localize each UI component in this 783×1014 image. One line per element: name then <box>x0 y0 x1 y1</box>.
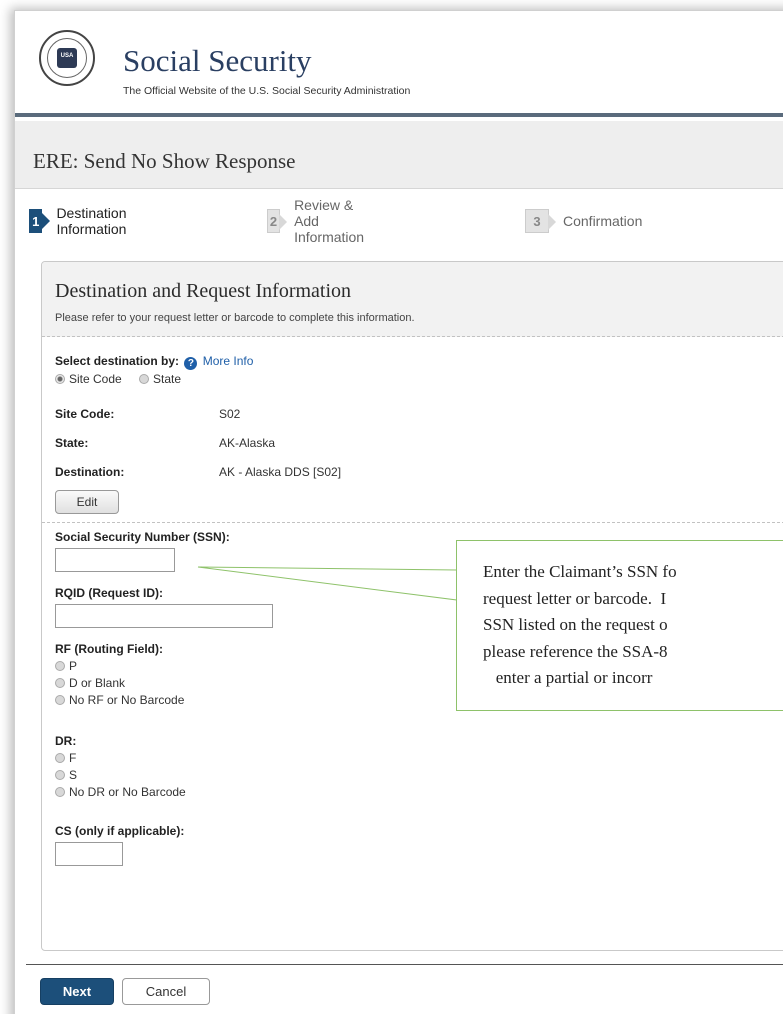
radio-label: D or Blank <box>69 676 126 690</box>
radio-rf-p[interactable]: P <box>55 659 77 673</box>
actions-divider <box>26 964 783 965</box>
step-number: 1 <box>29 209 52 233</box>
cs-label: CS (only if applicable): <box>55 824 185 838</box>
radio-dr-none[interactable]: No DR or No Barcode <box>55 785 186 799</box>
state-value: AK-Alaska <box>219 436 276 450</box>
more-info-link[interactable]: More Info <box>203 354 254 368</box>
radio-label: Site Code <box>69 372 122 386</box>
cs-input[interactable] <box>55 842 123 866</box>
rf-label: RF (Routing Field): <box>55 642 163 656</box>
radio-dr-f[interactable]: F <box>55 751 76 765</box>
destination-value: AK - Alaska DDS [S02] <box>219 465 342 479</box>
next-button[interactable]: Next <box>40 978 114 1005</box>
destination-label: Destination: <box>55 465 125 479</box>
page-title-bar: ERE: Send No Show Response <box>15 121 783 189</box>
step-label: Confirmation <box>563 213 643 229</box>
radio-button[interactable] <box>55 695 65 705</box>
select-destination-label: Select destination by: ? More Info <box>55 354 253 370</box>
callout-line: SSN listed on the request o <box>483 615 668 634</box>
callout-line: enter a partial or incorr <box>483 668 653 687</box>
panel-subtitle: Please refer to your request letter or b… <box>55 312 415 324</box>
radio-button[interactable] <box>55 661 65 671</box>
radio-state[interactable]: State <box>139 372 181 386</box>
radio-label: F <box>69 751 77 765</box>
callout-line: request letter or barcode. I <box>483 588 667 608</box>
seal-text: USA <box>60 53 74 59</box>
page-title: ERE: Send No Show Response <box>33 149 296 173</box>
radio-button[interactable] <box>55 678 65 688</box>
ssa-seal-logo[interactable]: USA <box>39 30 95 86</box>
radio-button[interactable] <box>55 770 65 780</box>
callout-line: Enter the Claimant’s SSN fo <box>483 562 677 581</box>
radio-button-selected[interactable] <box>55 374 65 384</box>
ssn-input[interactable] <box>55 548 175 572</box>
radio-site-code[interactable]: Site Code <box>55 372 122 386</box>
radio-rf-d-or-blank[interactable]: D or Blank <box>55 676 125 690</box>
site-code-value: S02 <box>219 407 241 421</box>
ssn-help-callout: Enter the Claimant’s SSN fo request lett… <box>456 540 783 711</box>
radio-dr-s[interactable]: S <box>55 768 77 782</box>
rqid-label: RQID (Request ID): <box>55 586 163 600</box>
cancel-button[interactable]: Cancel <box>122 978 210 1005</box>
radio-label: No DR or No Barcode <box>69 785 186 799</box>
panel-header: Destination and Request Information Plea… <box>42 262 783 337</box>
radio-rf-none[interactable]: No RF or No Barcode <box>55 693 184 707</box>
radio-label: P <box>69 659 78 673</box>
rqid-input[interactable] <box>55 604 273 628</box>
step-review-add-information: 2 Review & Add Information <box>267 197 375 245</box>
radio-label: No RF or No Barcode <box>69 693 185 707</box>
state-label: State: <box>55 436 89 450</box>
step-label: Review & Add Information <box>294 197 365 245</box>
radio-button[interactable] <box>55 753 65 763</box>
radio-button[interactable] <box>139 374 149 384</box>
step-label: Destination Information <box>56 205 127 237</box>
site-title[interactable]: Social Security <box>123 43 312 79</box>
site-code-label: Site Code: <box>55 407 115 421</box>
site-subtitle: The Official Website of the U.S. Social … <box>123 85 411 97</box>
select-destination-text: Select destination by: <box>55 354 180 368</box>
edit-button[interactable]: Edit <box>55 490 119 514</box>
step-number: 2 <box>267 209 288 233</box>
step-number: 3 <box>525 209 556 233</box>
browser-page: USA Social Security The Official Website… <box>14 10 783 1014</box>
help-icon[interactable]: ? <box>184 357 198 370</box>
site-header: USA Social Security The Official Website… <box>15 11 783 117</box>
radio-label: S <box>69 768 78 782</box>
dr-label: DR: <box>55 734 77 748</box>
radio-button[interactable] <box>55 787 65 797</box>
radio-label: State <box>153 372 182 386</box>
step-confirmation: 3 Confirmation <box>525 208 642 234</box>
callout-line: please reference the SSA-8 <box>483 641 668 661</box>
step-destination-information: 1 Destination Information <box>29 205 137 237</box>
ssn-label: Social Security Number (SSN): <box>55 530 230 544</box>
panel-title: Destination and Request Information <box>55 280 352 302</box>
section-divider <box>42 522 783 523</box>
